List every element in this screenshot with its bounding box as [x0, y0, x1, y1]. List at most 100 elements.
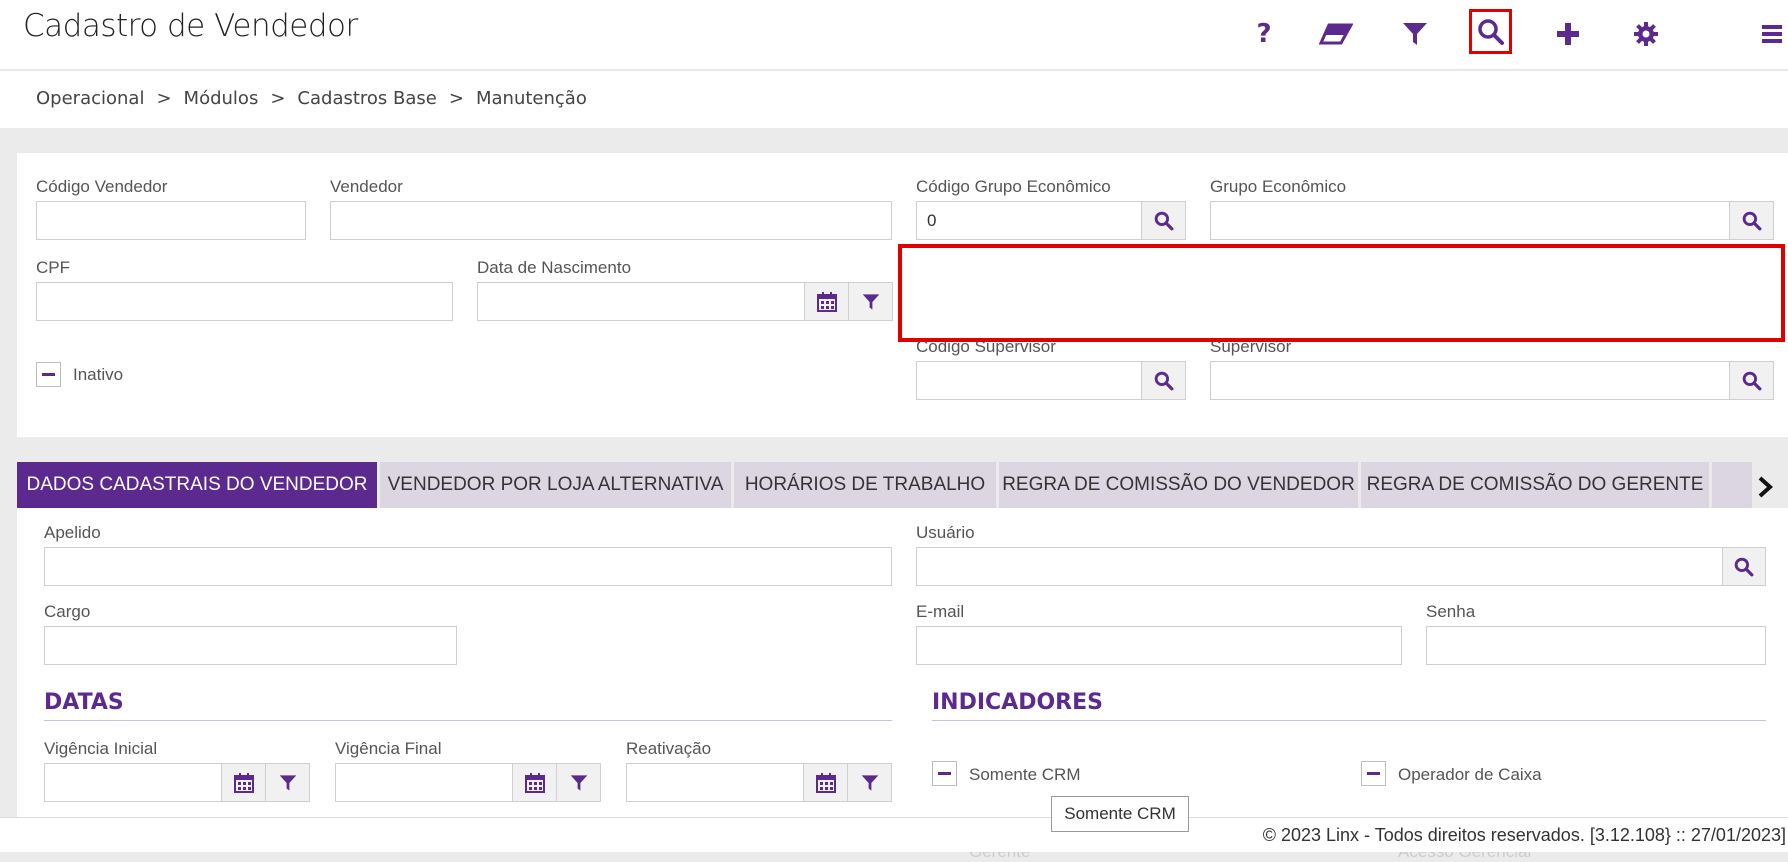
- reativacao-filter-button[interactable]: [847, 763, 892, 802]
- search-icon: [1154, 291, 1173, 310]
- tab-overflow[interactable]: [1712, 462, 1752, 508]
- help-icon: ?: [1256, 19, 1272, 49]
- search-icon: [1742, 211, 1761, 230]
- usuario-input[interactable]: [916, 547, 1723, 586]
- supervisor-input[interactable]: [1210, 361, 1730, 400]
- operador-caixa-checkbox[interactable]: [1361, 761, 1386, 786]
- help-button[interactable]: ?: [1242, 12, 1286, 56]
- vigencia-inicial-input[interactable]: [44, 763, 222, 802]
- eraser-icon: [1319, 23, 1353, 45]
- menu-icon: [1762, 25, 1782, 43]
- date-filter-button[interactable]: [848, 282, 893, 321]
- data-nascimento-input[interactable]: [477, 282, 805, 321]
- vigencia-inicial-calendar-button[interactable]: [221, 763, 266, 802]
- codigo-supervisor-search-button[interactable]: [1141, 361, 1186, 400]
- vigencia-final-filter-button[interactable]: [556, 763, 601, 802]
- reativacao-input[interactable]: [626, 763, 804, 802]
- calendar-icon: [524, 772, 545, 793]
- usuario-search-button[interactable]: [1722, 547, 1766, 586]
- breadcrumb-item[interactable]: Módulos: [184, 88, 259, 109]
- filter-icon: [862, 293, 879, 310]
- email-input[interactable]: [916, 626, 1402, 665]
- codigo-loja-input[interactable]: [916, 281, 1142, 320]
- breadcrumb-separator: >: [156, 88, 172, 109]
- loja-label: Loja: [1210, 257, 1243, 276]
- footer-copyright: © 2023 Linx - Todos direitos reservados.…: [1262, 825, 1786, 845]
- loja-search-button[interactable]: [1729, 281, 1774, 320]
- search-icon: [1477, 18, 1504, 45]
- cpf-input[interactable]: [36, 282, 453, 321]
- filter-icon: [1403, 23, 1427, 45]
- cpf-label: CPF: [36, 258, 70, 277]
- inativo-label: Inativo: [73, 365, 124, 384]
- search-icon: [1734, 557, 1754, 576]
- inativo-checkbox[interactable]: [36, 362, 61, 387]
- reativacao-calendar-button[interactable]: [803, 763, 848, 802]
- plus-icon: [1557, 23, 1579, 45]
- tab-vendedor-loja-alternativa[interactable]: VENDEDOR POR LOJA ALTERNATIVA: [380, 462, 731, 508]
- reativacao-label: Reativação: [626, 739, 712, 758]
- email-label: E-mail: [916, 602, 965, 621]
- breadcrumb-item[interactable]: Cadastros Base: [297, 88, 436, 109]
- tab-horarios-trabalho[interactable]: HORÁRIOS DE TRABALHO: [734, 462, 996, 508]
- filter-button[interactable]: [1393, 12, 1437, 56]
- vendedor-label: Vendedor: [330, 177, 403, 196]
- codigo-grupo-search-button[interactable]: [1141, 201, 1186, 240]
- grupo-search-button[interactable]: [1729, 201, 1774, 240]
- tabs-scroll-right[interactable]: [1756, 476, 1774, 503]
- calendar-icon: [816, 291, 837, 312]
- codigo-loja-label: Código Loja: [916, 257, 1007, 276]
- loja-input[interactable]: [1210, 281, 1730, 320]
- vigencia-final-input[interactable]: [335, 763, 513, 802]
- tab-regra-comissao-vendedor[interactable]: REGRA DE COMISSÃO DO VENDEDOR: [999, 462, 1358, 508]
- breadcrumb-separator: >: [270, 88, 286, 109]
- grupo-input[interactable]: [1210, 201, 1730, 240]
- menu-button[interactable]: [1754, 12, 1788, 56]
- vigencia-final-label: Vigência Final: [335, 739, 442, 758]
- supervisor-search-button[interactable]: [1729, 361, 1774, 400]
- somente-crm-checkbox[interactable]: [932, 761, 957, 786]
- add-button[interactable]: [1546, 12, 1590, 56]
- breadcrumb-item[interactable]: Operacional: [36, 88, 144, 109]
- supervisor-label: Supervisor: [1210, 337, 1292, 356]
- tab-regra-comissao-gerente[interactable]: REGRA DE COMISSÃO DO GERENTE: [1361, 462, 1709, 508]
- filter-icon: [861, 774, 878, 791]
- indicadores-divider: [932, 720, 1766, 721]
- indicadores-section-title: INDICADORES: [932, 690, 1103, 715]
- minus-icon: [42, 373, 55, 376]
- vigencia-final-calendar-button[interactable]: [512, 763, 557, 802]
- clear-button[interactable]: [1314, 12, 1358, 56]
- usuario-label: Usuário: [916, 523, 975, 542]
- vendedor-input[interactable]: [330, 201, 892, 240]
- settings-button[interactable]: [1624, 12, 1668, 56]
- vigencia-inicial-filter-button[interactable]: [265, 763, 310, 802]
- page-title: Cadastro de Vendedor: [23, 8, 358, 44]
- senha-input[interactable]: [1426, 626, 1766, 665]
- apelido-label: Apelido: [44, 523, 101, 542]
- codigo-supervisor-input[interactable]: [916, 361, 1142, 400]
- tab-dados-cadastrais[interactable]: DADOS CADASTRAIS DO VENDEDOR: [17, 462, 377, 508]
- codigo-vendedor-input[interactable]: [36, 201, 306, 240]
- apelido-input[interactable]: [44, 547, 892, 586]
- minus-icon: [1367, 772, 1380, 775]
- calendar-button[interactable]: [804, 282, 849, 321]
- codigo-supervisor-label: Código Supervisor: [916, 337, 1056, 356]
- cargo-input[interactable]: [44, 626, 457, 665]
- minus-icon: [938, 772, 951, 775]
- codigo-grupo-input[interactable]: 0: [916, 201, 1142, 240]
- breadcrumb: Operacional > Módulos > Cadastros Base > Manut…: [36, 88, 587, 109]
- filter-icon: [570, 774, 587, 791]
- calendar-icon: [815, 772, 836, 793]
- data-nascimento-label: Data de Nascimento: [477, 258, 632, 277]
- search-icon: [1154, 371, 1173, 390]
- filter-icon: [279, 774, 296, 791]
- operador-caixa-label: Operador de Caixa: [1398, 765, 1542, 784]
- calendar-icon: [233, 772, 254, 793]
- chevron-right-icon: [1758, 476, 1773, 498]
- datas-section-title: DATAS: [44, 690, 124, 715]
- cargo-label: Cargo: [44, 602, 91, 621]
- codigo-loja-search-button[interactable]: [1141, 281, 1186, 320]
- breadcrumb-item: Manutenção: [475, 88, 587, 109]
- vigencia-inicial-label: Vigência Inicial: [44, 739, 158, 758]
- search-button[interactable]: [1469, 9, 1512, 54]
